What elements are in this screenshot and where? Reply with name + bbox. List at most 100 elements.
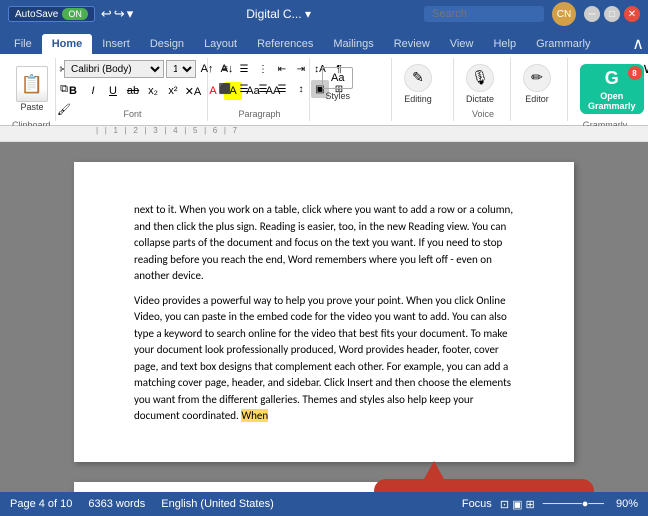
editing-label: Editing [404, 94, 432, 104]
font-content: Calibri (Body) 11 A↑ A↓ B I U ab x₂ x² ✕… [64, 60, 201, 107]
tab-review[interactable]: Review [384, 34, 440, 54]
tab-view[interactable]: View [440, 34, 484, 54]
word-count: 6363 words [88, 498, 145, 510]
increase-indent-button[interactable]: ⇥ [292, 60, 310, 78]
tab-home[interactable]: Home [42, 34, 93, 54]
ribbon-content: 📋 Paste ✂ ⧉ 🖌 Clipboard Calibri (Body) 1… [0, 54, 648, 126]
editor-content: ✏ Editor [519, 60, 561, 107]
tab-mailings[interactable]: Mailings [323, 34, 383, 54]
ribbon-group-voice: 🎙 Dictate Voice [456, 58, 511, 121]
ribbon-group-styles: Aa Styles S [312, 58, 392, 121]
font-name-select[interactable]: Calibri (Body) [64, 60, 164, 78]
open-grammarly-label: OpenGrammarly [588, 91, 636, 111]
font-label: Font [64, 107, 201, 119]
ribbon-group-grammarly: G OpenGrammarly 8 Grammarly [570, 58, 640, 121]
ruler-marks: | | 1 | 2 | 3 | 4 | 5 | 6 | 7 [96, 126, 237, 135]
grammarly-content: G OpenGrammarly 8 [576, 60, 634, 118]
title-search-input[interactable] [424, 6, 544, 22]
bold-button[interactable]: B [64, 82, 82, 100]
undo-redo-group: ↩ ↪ ▾ [101, 6, 133, 22]
dictate-icon: 🎙 [466, 64, 494, 92]
superscript-button[interactable]: x² [164, 82, 182, 100]
window-controls: ─ □ ✕ [584, 6, 640, 22]
page-info: Page 4 of 10 [10, 498, 72, 510]
tab-grammarly[interactable]: Grammarly [526, 34, 600, 54]
tab-insert[interactable]: Insert [92, 34, 140, 54]
styles-label: Styles [325, 91, 350, 101]
paragraph-2: Video provides a powerful way to help yo… [134, 293, 514, 425]
autosave-toggle[interactable]: ON [62, 8, 88, 20]
justify-button[interactable]: ☰ [273, 80, 291, 98]
document-page-4: next to it. When you work on a table, cl… [74, 162, 574, 462]
ribbon-group-clipboard: 📋 Paste ✂ ⧉ 🖌 Clipboard [6, 58, 56, 121]
tab-design[interactable]: Design [140, 34, 194, 54]
paste-button[interactable]: 📋 Paste [12, 64, 52, 114]
minimize-button[interactable]: ─ [584, 6, 600, 22]
clear-formatting-button[interactable]: ✕A [184, 82, 202, 100]
autosave-label: AutoSave [15, 9, 58, 20]
undo-button[interactable]: ↩ [101, 6, 112, 22]
status-right: Focus ⊡ ▣ ⊞ ─────●── 90% [462, 498, 638, 511]
paste-icon: 📋 [16, 66, 48, 102]
strikethrough-button[interactable]: ab [124, 82, 142, 100]
ruler-inner: | | 1 | 2 | 3 | 4 | 5 | 6 | 7 [0, 126, 648, 135]
font-size-select[interactable]: 11 [166, 60, 196, 78]
zoom-slider-area[interactable]: ─────●── [543, 498, 604, 510]
bullets-button[interactable]: ≡ [216, 60, 234, 78]
ribbon-group-font: Calibri (Body) 11 A↑ A↓ B I U ab x₂ x² ✕… [58, 58, 208, 121]
ribbon-tabs-bar: File Home Insert Design Layout Reference… [0, 28, 648, 54]
maximize-button[interactable]: □ [604, 6, 620, 22]
styles-button[interactable]: Aa Styles [318, 65, 357, 103]
styles-content: Aa Styles [318, 60, 385, 107]
paste-label: Paste [20, 102, 43, 112]
document-area[interactable]: next to it. When you work on a table, cl… [0, 142, 648, 492]
open-grammarly-button[interactable]: G OpenGrammarly 8 [580, 64, 644, 114]
zoom-level[interactable]: 90% [616, 498, 638, 510]
ruler: | | 1 | 2 | 3 | 4 | 5 | 6 | 7 [0, 126, 648, 142]
tab-help[interactable]: Help [483, 34, 526, 54]
ribbon-tabs: File Home Insert Design Layout Reference… [0, 28, 648, 54]
line-spacing-button[interactable]: ↕ [292, 80, 310, 98]
numbering-button[interactable]: ☰ [235, 60, 253, 78]
user-avatar[interactable]: CN [552, 2, 576, 26]
underline-button[interactable]: U [104, 82, 122, 100]
ribbon-group-editing: ✎ Editing E [394, 58, 454, 121]
dictate-button[interactable]: 🎙 Dictate [462, 62, 498, 106]
language: English (United States) [161, 498, 274, 510]
subscript-button[interactable]: x₂ [144, 82, 162, 100]
align-left-button[interactable]: ⬛ [216, 80, 234, 98]
editing-icon: ✎ [404, 64, 432, 92]
voice-content: 🎙 Dictate [462, 60, 504, 107]
align-center-button[interactable]: ☰ [235, 80, 253, 98]
titlebar-right: CN ─ □ ✕ [424, 2, 640, 26]
app-title: Digital C... ▾ [246, 7, 311, 21]
editing-content: ✎ Editing [400, 60, 447, 107]
autosave-badge[interactable]: AutoSave ON [8, 6, 95, 22]
tab-layout[interactable]: Layout [194, 34, 247, 54]
callout-bubble: Press Del on your keyboard until the bla… [374, 479, 594, 492]
ribbon-collapse-button[interactable]: ∧ [632, 34, 644, 54]
paragraph-label: Paragraph [216, 107, 303, 119]
focus-button[interactable]: Focus [462, 498, 492, 510]
align-right-button[interactable]: ☰ [254, 80, 272, 98]
close-button[interactable]: ✕ [624, 6, 640, 22]
editor-button[interactable]: ✏ Editor [519, 62, 555, 106]
status-left: Page 4 of 10 6363 words English (United … [10, 498, 274, 510]
italic-button[interactable]: I [84, 82, 102, 100]
editing-button[interactable]: ✎ Editing [400, 62, 436, 106]
ribbon-group-paragraph: ≡ ☰ ⋮ ⇤ ⇥ ↕A ¶ ⬛ ☰ ☰ ☰ ↕ ▣ ⊞ Paragraph [210, 58, 310, 121]
paragraph-content: ≡ ☰ ⋮ ⇤ ⇥ ↕A ¶ ⬛ ☰ ☰ ☰ ↕ ▣ ⊞ [216, 60, 303, 107]
document-text: next to it. When you work on a table, cl… [134, 202, 514, 425]
multilevel-button[interactable]: ⋮ [254, 60, 272, 78]
customize-button[interactable]: ▾ [127, 6, 134, 22]
statusbar: Page 4 of 10 6363 words English (United … [0, 492, 648, 516]
decrease-indent-button[interactable]: ⇤ [273, 60, 291, 78]
grammarly-badge: 8 [628, 66, 642, 80]
editor-icon: ✏ [523, 64, 551, 92]
clipboard-content: 📋 Paste ✂ ⧉ 🖌 [12, 60, 49, 118]
ribbon-group-editor: ✏ Editor E [513, 58, 568, 121]
tab-file[interactable]: File [4, 34, 42, 54]
titlebar: AutoSave ON ↩ ↪ ▾ Digital C... ▾ CN ─ □ … [0, 0, 648, 28]
redo-button[interactable]: ↪ [114, 6, 125, 22]
tab-references[interactable]: References [247, 34, 323, 54]
